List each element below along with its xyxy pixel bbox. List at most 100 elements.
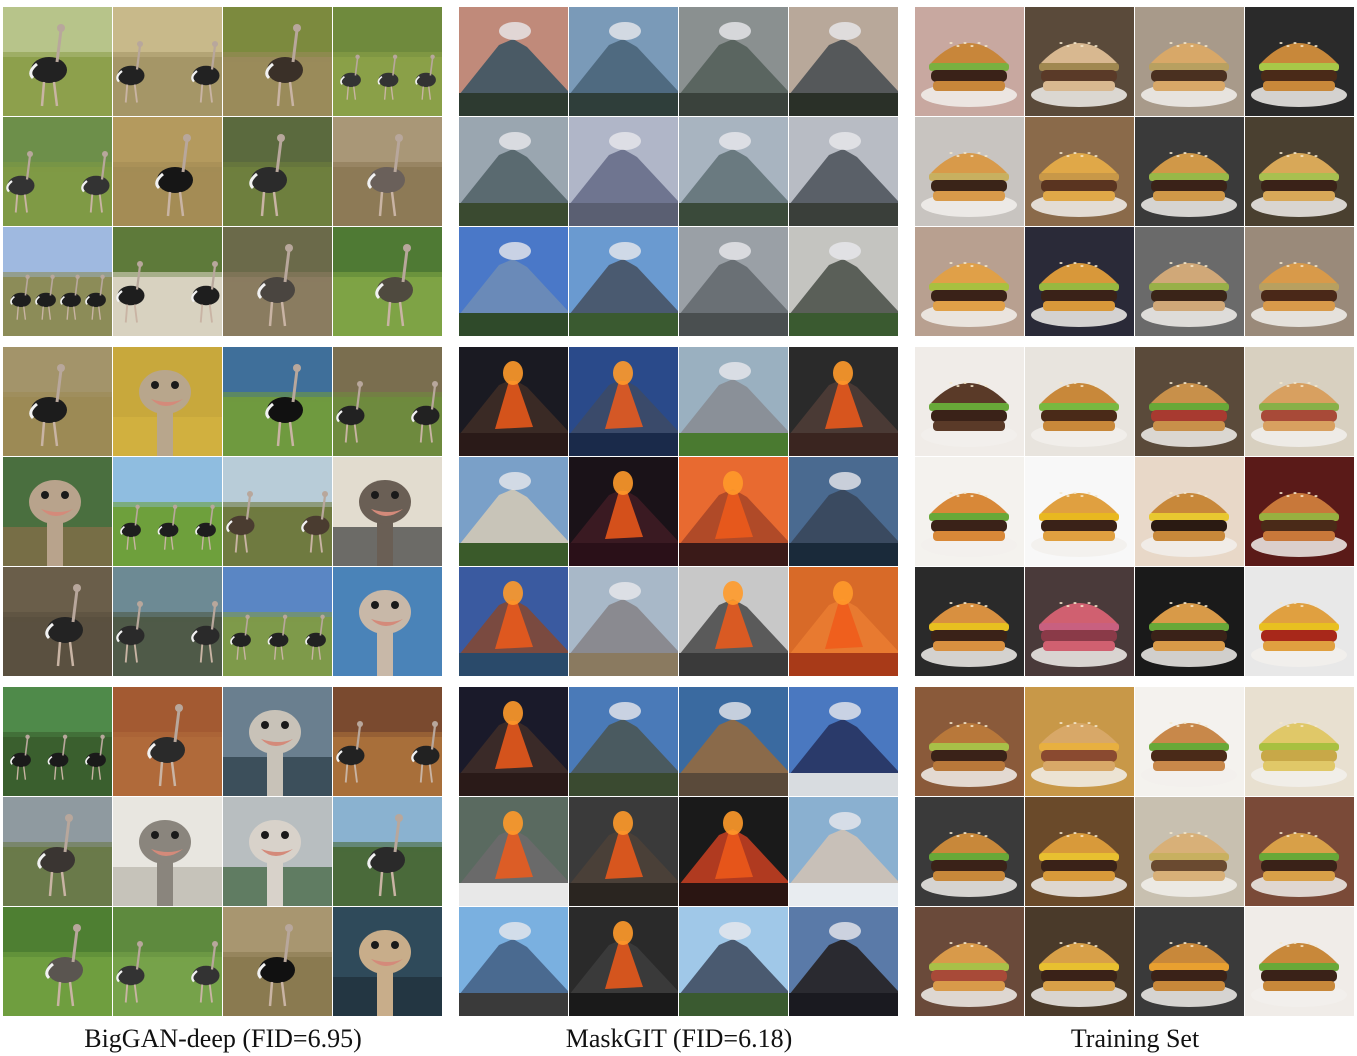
- sample-image: [679, 347, 788, 456]
- sample-image: [3, 907, 112, 1016]
- sample-image-canvas: [1135, 117, 1244, 226]
- sample-image-canvas: [789, 567, 898, 676]
- sample-image-canvas: [1135, 797, 1244, 906]
- sample-image: [113, 457, 222, 566]
- sample-image-canvas: [3, 7, 112, 116]
- sample-image: [1135, 117, 1244, 226]
- sample-image: [915, 907, 1024, 1016]
- sample-image: [3, 7, 112, 116]
- block-cheeseburger: [915, 687, 1355, 1017]
- sample-image-canvas: [1025, 797, 1134, 906]
- sample-image: [459, 907, 568, 1016]
- sample-image: [1135, 797, 1244, 906]
- sample-image: [113, 347, 222, 456]
- sample-image: [569, 227, 678, 336]
- sample-image-canvas: [113, 687, 222, 796]
- sample-image: [789, 567, 898, 676]
- sample-image-canvas: [1245, 687, 1354, 796]
- sample-image-canvas: [3, 117, 112, 226]
- sample-image-canvas: [1135, 457, 1244, 566]
- sample-image: [569, 347, 678, 456]
- sample-image-canvas: [679, 567, 788, 676]
- sample-image: [1025, 567, 1134, 676]
- sample-image: [789, 227, 898, 336]
- sample-image-canvas: [915, 7, 1024, 116]
- sample-image: [3, 457, 112, 566]
- sample-image: [113, 7, 222, 116]
- sample-image-canvas: [1025, 907, 1134, 1016]
- sample-image: [679, 117, 788, 226]
- sample-image-canvas: [1245, 117, 1354, 226]
- sample-image-canvas: [789, 227, 898, 336]
- panel-biggan-deep: [3, 7, 443, 1017]
- sample-image: [915, 567, 1024, 676]
- block-cheeseburger: [3, 687, 443, 1017]
- sample-image-canvas: [915, 567, 1024, 676]
- sample-image: [569, 687, 678, 796]
- sample-image: [113, 117, 222, 226]
- sample-image: [223, 457, 332, 566]
- sample-image-canvas: [113, 907, 222, 1016]
- sample-image: [333, 7, 442, 116]
- sample-image-canvas: [223, 907, 332, 1016]
- sample-image: [223, 347, 332, 456]
- sample-image: [459, 797, 568, 906]
- sample-image-canvas: [459, 687, 568, 796]
- block-ostrich: [915, 7, 1355, 337]
- sample-image-canvas: [1135, 567, 1244, 676]
- sample-image: [459, 457, 568, 566]
- sample-image-canvas: [333, 117, 442, 226]
- caption-maskgit: MaskGIT (FID=6.18): [565, 1024, 793, 1053]
- sample-image: [1025, 797, 1134, 906]
- sample-image-canvas: [333, 687, 442, 796]
- sample-image: [1025, 907, 1134, 1016]
- sample-image-canvas: [569, 7, 678, 116]
- sample-image: [679, 797, 788, 906]
- sample-image-canvas: [113, 7, 222, 116]
- sample-image: [3, 347, 112, 456]
- sample-image: [3, 687, 112, 796]
- sample-image-canvas: [459, 457, 568, 566]
- sample-image: [1245, 227, 1354, 336]
- sample-image-canvas: [789, 7, 898, 116]
- panel-maskgit: [459, 7, 899, 1017]
- block-cheeseburger: [459, 687, 899, 1017]
- sample-image-canvas: [223, 797, 332, 906]
- sample-image: [679, 457, 788, 566]
- sample-image: [333, 227, 442, 336]
- sample-image-canvas: [1025, 227, 1134, 336]
- sample-image-canvas: [1025, 347, 1134, 456]
- sample-image-canvas: [333, 347, 442, 456]
- sample-image: [3, 227, 112, 336]
- sample-image: [1135, 687, 1244, 796]
- sample-image-canvas: [915, 687, 1024, 796]
- sample-image: [459, 687, 568, 796]
- sample-image: [333, 797, 442, 906]
- sample-image: [113, 907, 222, 1016]
- sample-image-canvas: [3, 567, 112, 676]
- sample-image-canvas: [789, 117, 898, 226]
- sample-image: [1135, 347, 1244, 456]
- sample-image-canvas: [113, 117, 222, 226]
- sample-image: [459, 347, 568, 456]
- sample-image: [459, 567, 568, 676]
- sample-image: [1025, 7, 1134, 116]
- sample-image: [223, 687, 332, 796]
- sample-image-canvas: [113, 797, 222, 906]
- sample-image: [1135, 567, 1244, 676]
- block-volcano: [459, 347, 899, 677]
- sample-image: [789, 687, 898, 796]
- block-ostrich: [459, 7, 899, 337]
- sample-image: [915, 457, 1024, 566]
- sample-image-canvas: [1135, 907, 1244, 1016]
- sample-image: [1135, 227, 1244, 336]
- sample-image: [113, 797, 222, 906]
- sample-image-canvas: [569, 907, 678, 1016]
- sample-image-canvas: [1135, 7, 1244, 116]
- sample-image: [569, 117, 678, 226]
- sample-image-canvas: [459, 567, 568, 676]
- sample-image-canvas: [1245, 457, 1354, 566]
- sample-image: [569, 907, 678, 1016]
- sample-image-canvas: [223, 227, 332, 336]
- sample-image: [789, 907, 898, 1016]
